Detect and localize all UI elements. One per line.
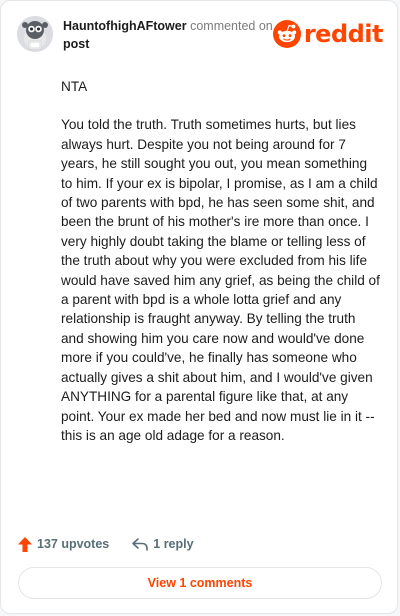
comment-actions: 137 upvotes 1 reply: [17, 533, 194, 555]
comment-body: NTA You told the truth. Truth sometimes …: [61, 77, 381, 464]
reply-button[interactable]: 1 reply: [131, 537, 194, 551]
reddit-wordmark: reddit: [303, 20, 384, 48]
username-link[interactable]: HauntofhighAFtower: [63, 19, 187, 33]
comment-card: HauntofhighAFtower commented on post red…: [0, 0, 398, 614]
comment-meta: HauntofhighAFtower commented on post: [63, 17, 273, 53]
reply-count: 1 reply: [153, 537, 194, 551]
upvote-arrow-icon: [18, 536, 32, 552]
snoo-avatar-icon: [17, 16, 53, 52]
comment-header: HauntofhighAFtower commented on post red…: [17, 15, 384, 55]
upvote-button[interactable]: 137 upvotes: [17, 536, 109, 553]
view-comments-button[interactable]: View 1 comments: [18, 567, 382, 599]
commented-on-text: commented on: [190, 19, 273, 33]
comment-paragraph: NTA: [61, 79, 88, 94]
user-avatar[interactable]: [17, 16, 53, 52]
upvote-count: 137 upvotes: [37, 537, 110, 551]
reddit-snoo-icon: [272, 20, 301, 48]
comment-paragraph: You told the truth. Truth sometimes hurt…: [61, 117, 380, 443]
post-link[interactable]: post: [63, 35, 273, 53]
reply-arrow-icon: [132, 538, 149, 551]
reddit-logo[interactable]: reddit: [272, 19, 384, 49]
